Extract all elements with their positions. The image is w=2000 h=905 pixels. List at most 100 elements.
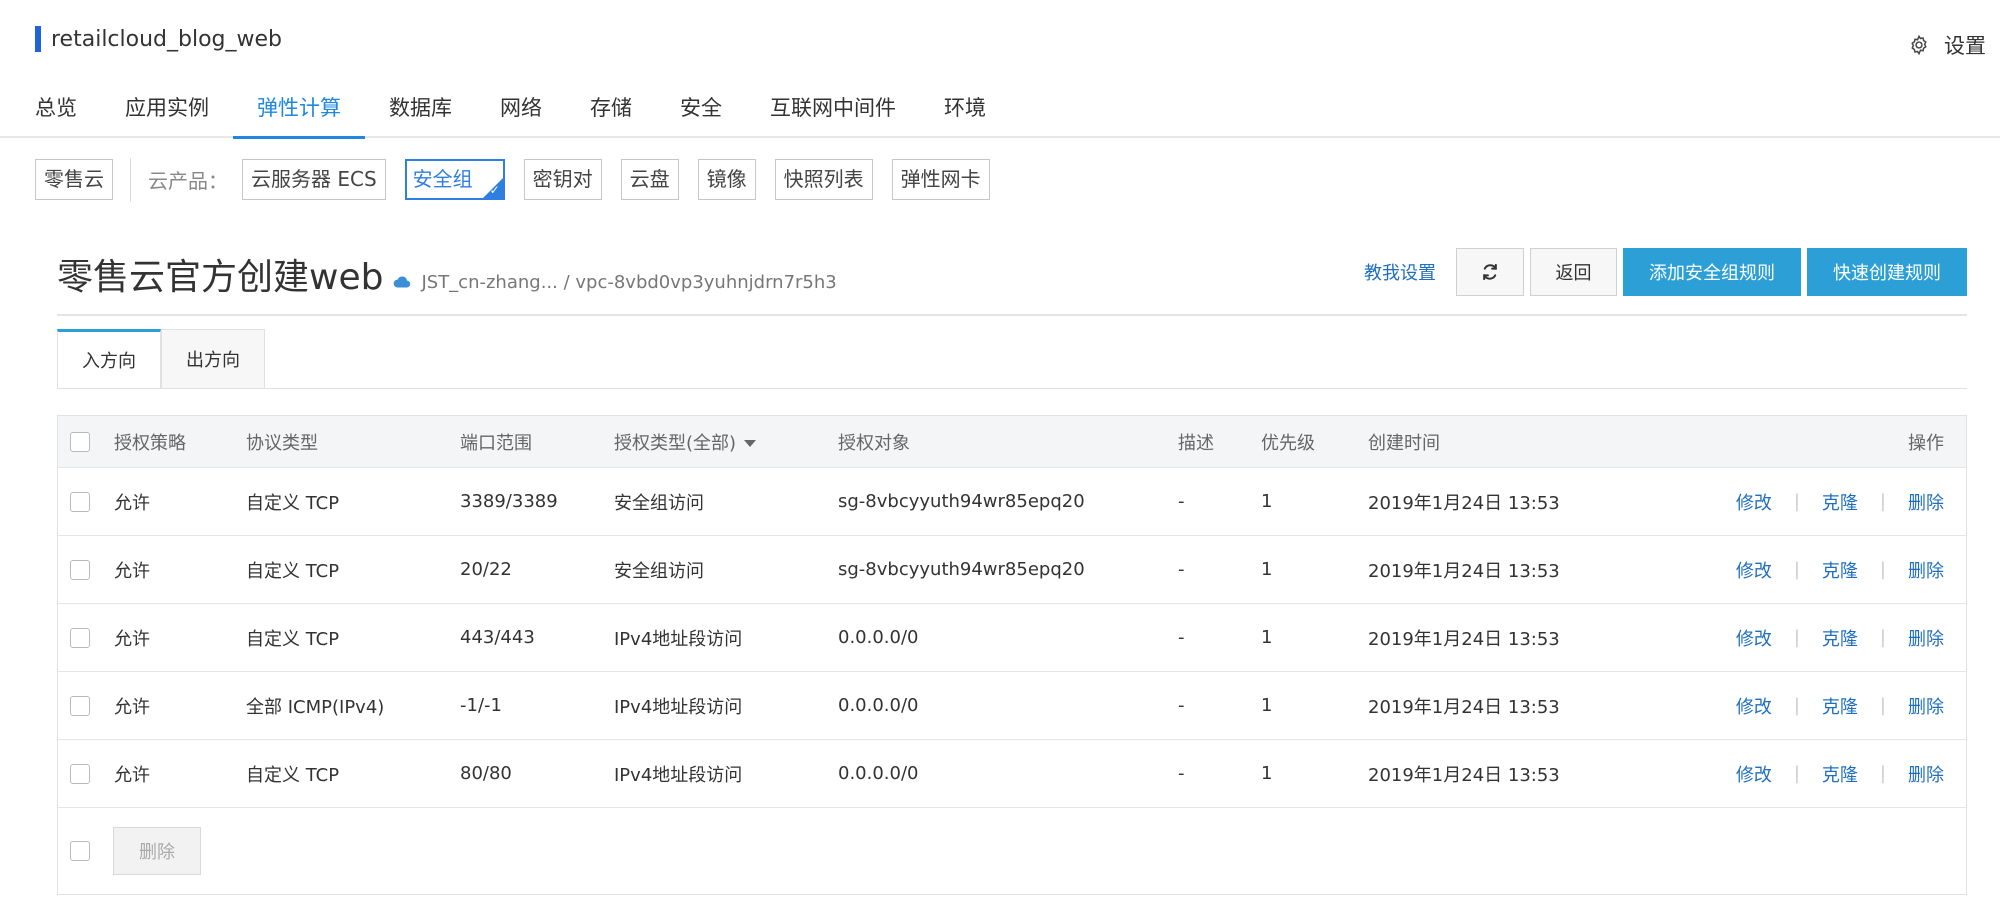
cell-priority: 1: [1261, 695, 1273, 716]
app-title: retailcloud_blog_web: [51, 26, 282, 52]
cell-port: 443/443: [460, 627, 535, 648]
edit-link[interactable]: 修改: [1736, 761, 1772, 787]
cell-desc: -: [1178, 491, 1185, 512]
settings-label: 设置: [1944, 34, 1986, 58]
ops-separator: |: [1879, 763, 1886, 784]
edit-link[interactable]: 修改: [1736, 557, 1772, 583]
direction-tabs-divider: [57, 388, 1967, 389]
tab-middleware[interactable]: 互联网中间件: [746, 86, 920, 138]
cell-protocol: 自定义 TCP: [246, 628, 340, 650]
edit-link[interactable]: 修改: [1736, 625, 1772, 651]
product-bar: 零售云 云产品： 云服务器 ECS 安全组 ✓ 密钥对 云盘 镜像 快照列表 弹…: [35, 157, 1009, 202]
title-accent-bar: [35, 26, 41, 52]
tab-outbound[interactable]: 出方向: [161, 329, 265, 389]
cell-policy: 允许: [114, 492, 150, 514]
tab-storage[interactable]: 存储: [566, 86, 656, 138]
refresh-button[interactable]: [1456, 248, 1524, 296]
delete-link[interactable]: 删除: [1908, 557, 1944, 583]
row-checkbox[interactable]: [70, 627, 90, 648]
header-desc: 描述: [1178, 432, 1214, 454]
back-button[interactable]: 返回: [1530, 248, 1617, 296]
cell-created: 2019年1月24日 13:53: [1368, 560, 1560, 582]
quick-create-rule-button[interactable]: 快速创建规则: [1807, 248, 1967, 296]
delete-link[interactable]: 删除: [1908, 489, 1944, 515]
help-link[interactable]: 教我设置: [1364, 259, 1436, 285]
tab-overview[interactable]: 总览: [35, 86, 101, 138]
delete-link[interactable]: 删除: [1908, 625, 1944, 651]
edit-link[interactable]: 修改: [1736, 489, 1772, 515]
cell-priority: 1: [1261, 491, 1273, 512]
tab-inbound[interactable]: 入方向: [57, 329, 161, 389]
tab-database[interactable]: 数据库: [365, 86, 476, 138]
header-auth-type[interactable]: 授权类型(全部): [614, 429, 757, 455]
clone-link[interactable]: 克隆: [1822, 625, 1858, 651]
product-disk[interactable]: 云盘: [620, 159, 679, 200]
clone-link[interactable]: 克隆: [1822, 557, 1858, 583]
header-policy: 授权策略: [114, 432, 186, 454]
header-auth-type-label: 授权类型(全部): [614, 432, 737, 454]
delete-link[interactable]: 删除: [1908, 761, 1944, 787]
tab-environment[interactable]: 环境: [920, 86, 1010, 138]
app-header: retailcloud_blog_web 设置 总览 应用实例 弹性计算 数据库…: [0, 0, 2000, 139]
cell-priority: 1: [1261, 627, 1273, 648]
row-checkbox[interactable]: [70, 559, 90, 580]
product-snapshots[interactable]: 快照列表: [774, 159, 873, 200]
edit-link[interactable]: 修改: [1736, 693, 1772, 719]
cell-desc: -: [1178, 559, 1185, 580]
tab-elastic-compute[interactable]: 弹性计算: [233, 86, 365, 139]
cell-created: 2019年1月24日 13:53: [1368, 492, 1560, 514]
clone-link[interactable]: 克隆: [1822, 693, 1858, 719]
cell-policy: 允许: [114, 696, 150, 718]
row-checkbox[interactable]: [70, 491, 90, 512]
cloud-icon: [394, 276, 411, 288]
cell-created: 2019年1月24日 13:53: [1368, 696, 1560, 718]
product-security-group-label: 安全组: [412, 167, 473, 191]
product-image[interactable]: 镜像: [697, 159, 756, 200]
product-security-group[interactable]: 安全组 ✓: [404, 159, 505, 200]
bulk-delete-button[interactable]: 删除: [113, 827, 201, 875]
ops-separator: |: [1793, 491, 1800, 512]
header-priority: 优先级: [1261, 432, 1315, 454]
header-object: 授权对象: [838, 432, 910, 454]
ops-separator: |: [1793, 763, 1800, 784]
tab-app-instances[interactable]: 应用实例: [101, 86, 233, 138]
cell-port: 80/80: [460, 763, 512, 784]
clone-link[interactable]: 克隆: [1822, 489, 1858, 515]
select-all-checkbox[interactable]: [70, 431, 90, 452]
settings-button[interactable]: 设置: [1908, 30, 1986, 60]
product-key-pair[interactable]: 密钥对: [523, 159, 602, 200]
check-icon: ✓: [489, 183, 500, 197]
table-row: 允许 自定义 TCP 20/22 安全组访问 sg-8vbcyyuth94wr8…: [58, 536, 1966, 604]
clone-link[interactable]: 克隆: [1822, 761, 1858, 787]
direction-tabs: 入方向 出方向: [57, 329, 265, 389]
table-footer: 删除: [58, 808, 1966, 894]
ops-separator: |: [1879, 559, 1886, 580]
delete-link[interactable]: 删除: [1908, 693, 1944, 719]
ops-separator: |: [1793, 695, 1800, 716]
app-title-wrap: retailcloud_blog_web: [35, 26, 282, 52]
cell-created: 2019年1月24日 13:53: [1368, 628, 1560, 650]
table-row: 允许 全部 ICMP(IPv4) -1/-1 IPv4地址段访问 0.0.0.0…: [58, 672, 1966, 740]
product-ecs[interactable]: 云服务器 ECS: [242, 159, 386, 200]
cell-policy: 允许: [114, 560, 150, 582]
header-port: 端口范围: [460, 432, 532, 454]
row-checkbox[interactable]: [70, 763, 90, 784]
refresh-icon: [1483, 263, 1497, 281]
footer-select-all-checkbox[interactable]: [70, 841, 90, 861]
add-rule-button[interactable]: 添加安全组规则: [1623, 248, 1801, 296]
tab-security[interactable]: 安全: [656, 86, 746, 138]
ops-separator: |: [1879, 627, 1886, 648]
ops-separator: |: [1879, 491, 1886, 512]
table-row: 允许 自定义 TCP 443/443 IPv4地址段访问 0.0.0.0/0 -…: [58, 604, 1966, 672]
product-eni[interactable]: 弹性网卡: [891, 159, 990, 200]
cell-priority: 1: [1261, 763, 1273, 784]
cell-auth-type: 安全组访问: [614, 560, 704, 582]
row-checkbox[interactable]: [70, 695, 90, 716]
tab-network[interactable]: 网络: [476, 86, 566, 138]
cell-object: sg-8vbcyyuth94wr85epq20: [838, 559, 1085, 580]
retail-cloud-chip[interactable]: 零售云: [35, 159, 113, 200]
cell-object: 0.0.0.0/0: [838, 627, 919, 648]
cell-object: sg-8vbcyyuth94wr85epq20: [838, 491, 1085, 512]
cell-desc: -: [1178, 627, 1185, 648]
header-created: 创建时间: [1368, 432, 1440, 454]
